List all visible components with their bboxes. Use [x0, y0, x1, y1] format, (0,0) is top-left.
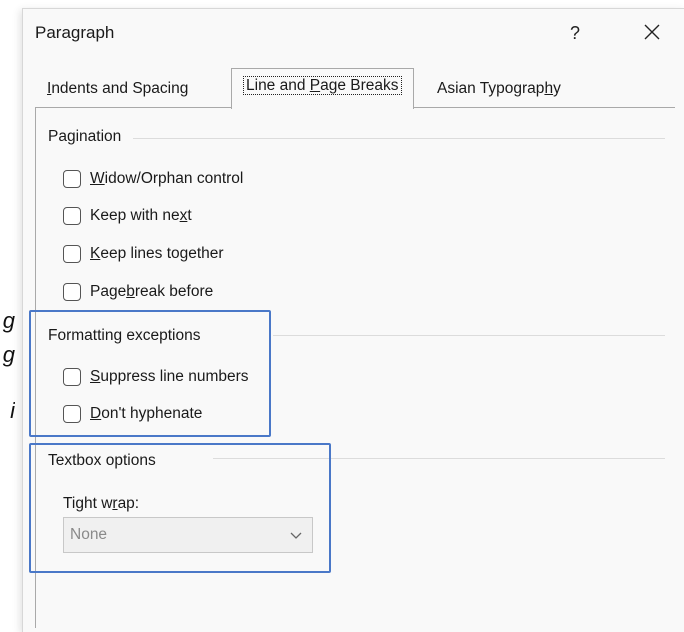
keep-with-next-checkbox[interactable]: Keep with ne x t — [63, 205, 192, 227]
checkbox-label-accesskey: K — [90, 245, 101, 262]
widow-orphan-control-checkbox[interactable]: Widow/Orphan control — [63, 168, 243, 190]
checkbox-box[interactable] — [63, 207, 81, 225]
checkbox-box[interactable] — [63, 245, 81, 263]
tab-label-accesskey: h — [544, 80, 554, 97]
textbox-options-heading: Textbox options — [48, 452, 156, 469]
background-text-fragment: g — [2, 308, 15, 333]
close-icon — [644, 24, 660, 40]
tight-wrap-value: None — [70, 526, 108, 543]
field-label-part: ap: — [117, 495, 140, 512]
paragraph-dialog: Paragraph ? Indents and Spacing Line and… — [22, 8, 684, 632]
checkbox-label-accesskey: W — [90, 170, 105, 187]
tab-label-part: ndents and Spacing — [51, 80, 189, 97]
tab-strip: Indents and Spacing Line and Page Breaks… — [35, 68, 675, 109]
checkbox-label: Keep with ne — [90, 207, 180, 224]
checkbox-label: reak before — [134, 283, 214, 300]
checkbox-label-accesskey: S — [90, 368, 101, 385]
tight-wrap-dropdown[interactable]: None — [63, 517, 313, 553]
pagination-heading: Pagination — [48, 128, 122, 145]
chevron-down-icon — [290, 532, 302, 539]
checkbox-label: on't hyphenate — [101, 405, 203, 422]
tab-label: Line and Page Breaks — [243, 76, 402, 95]
tight-wrap-label: Tight wrap: — [63, 495, 139, 513]
checkbox-box[interactable] — [63, 405, 81, 423]
tab-label-part: y — [553, 80, 561, 97]
checkbox-label: t — [187, 207, 192, 224]
section-divider — [273, 335, 665, 336]
help-button[interactable]: ? — [561, 19, 589, 47]
section-divider — [133, 138, 665, 139]
background-text-fragment: i — [10, 398, 15, 423]
checkbox-label: idow/Orphan control — [104, 170, 244, 187]
keep-lines-together-checkbox[interactable]: Keep lines together — [63, 243, 224, 265]
suppress-line-numbers-checkbox[interactable]: Suppress line numbers — [63, 366, 249, 388]
field-label-part: Tight w — [63, 495, 113, 512]
tab-label-accesskey: P — [309, 77, 321, 94]
background-text-fragment: g — [2, 342, 15, 367]
checkbox-box[interactable] — [63, 368, 81, 386]
page-break-before-checkbox[interactable]: Page b reak before — [63, 281, 213, 303]
tab-asian-typography[interactable]: Asian Typography — [425, 74, 573, 104]
tab-label-part: Asian Typograp — [437, 80, 545, 97]
formatting-exceptions-heading: Formatting exceptions — [48, 327, 201, 344]
tab-label-part: Line and — [246, 77, 310, 94]
checkbox-label-accesskey: b — [126, 283, 135, 300]
checkbox-label: uppress line numbers — [100, 368, 249, 385]
checkbox-label-accesskey: D — [90, 405, 102, 422]
checkbox-label: Page — [90, 283, 127, 300]
tab-label-part: age Breaks — [320, 77, 399, 94]
tab-indents-and-spacing[interactable]: Indents and Spacing — [35, 74, 200, 104]
checkbox-box[interactable] — [63, 283, 81, 301]
section-divider — [213, 458, 665, 459]
checkbox-box[interactable] — [63, 170, 81, 188]
title-bar: Paragraph ? — [23, 9, 684, 55]
checkbox-label-accesskey: x — [179, 207, 188, 224]
dialog-title: Paragraph — [35, 23, 115, 42]
dont-hyphenate-checkbox[interactable]: Don't hyphenate — [63, 403, 202, 425]
tab-line-and-page-breaks[interactable]: Line and Page Breaks — [231, 68, 414, 109]
checkbox-label: eep lines together — [100, 245, 224, 262]
close-button[interactable] — [635, 17, 669, 47]
